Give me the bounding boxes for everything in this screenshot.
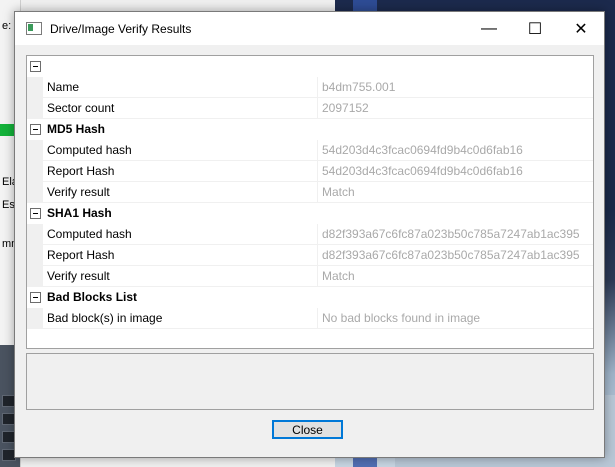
row-gutter bbox=[27, 98, 43, 119]
description-panel bbox=[26, 353, 594, 410]
collapse-toggle-icon[interactable] bbox=[30, 292, 41, 303]
collapse-toggle-icon[interactable] bbox=[30, 208, 41, 219]
close-window-button[interactable]: ✕ bbox=[558, 12, 604, 45]
property-name: Verify result bbox=[43, 266, 317, 287]
property-name: Verify result bbox=[43, 182, 317, 203]
collapse-toggle-icon[interactable] bbox=[30, 61, 41, 72]
category-row: Bad Blocks List bbox=[27, 287, 593, 308]
row-gutter bbox=[27, 266, 43, 287]
property-name: Report Hash bbox=[43, 161, 317, 182]
property-value[interactable]: d82f393a67c6fc87a023b50c785a7247ab1ac395 bbox=[317, 245, 593, 266]
property-row[interactable]: Sector count 2097152 bbox=[27, 98, 593, 119]
property-row[interactable]: Report Hash 54d203d4c3fcac0694fd9b4c0d6fa… bbox=[27, 161, 593, 182]
row-gutter bbox=[27, 77, 43, 98]
verify-results-dialog: Drive/Image Verify Results — ☐ ✕ Name b4d… bbox=[14, 11, 605, 458]
property-row[interactable]: Verify result Match bbox=[27, 266, 593, 287]
property-value[interactable]: Match bbox=[317, 182, 593, 203]
property-value[interactable]: 54d203d4c3fcac0694fd9b4c0d6fab16 bbox=[317, 140, 593, 161]
category-title: SHA1 Hash bbox=[47, 206, 112, 220]
row-gutter bbox=[27, 140, 43, 161]
category-row: MD5 Hash bbox=[27, 119, 593, 140]
property-value[interactable]: No bad blocks found in image bbox=[317, 308, 593, 329]
row-gutter bbox=[27, 182, 43, 203]
property-value[interactable]: Match bbox=[317, 266, 593, 287]
property-row[interactable]: Name b4dm755.001 bbox=[27, 77, 593, 98]
minimize-button[interactable]: — bbox=[466, 12, 512, 45]
property-name: Bad block(s) in image bbox=[43, 308, 317, 329]
dialog-title: Drive/Image Verify Results bbox=[50, 21, 192, 36]
property-value[interactable]: 2097152 bbox=[317, 98, 593, 119]
row-gutter bbox=[27, 224, 43, 245]
root-category-row bbox=[27, 56, 593, 77]
maximize-icon: ☐ bbox=[527, 20, 543, 38]
property-value[interactable]: d82f393a67c6fc87a023b50c785a7247ab1ac395 bbox=[317, 224, 593, 245]
row-gutter bbox=[27, 161, 43, 182]
property-grid: Name b4dm755.001 Sector count 2097152 MD5 Ha… bbox=[26, 55, 594, 349]
property-row[interactable]: Bad block(s) in image No bad blocks found… bbox=[27, 308, 593, 329]
window-controls: — ☐ ✕ bbox=[466, 12, 604, 45]
property-row[interactable]: Verify result Match bbox=[27, 182, 593, 203]
property-name: Report Hash bbox=[43, 245, 317, 266]
row-gutter bbox=[27, 245, 43, 266]
background-text: Es bbox=[2, 199, 15, 211]
app-icon bbox=[26, 22, 42, 35]
maximize-button[interactable]: ☐ bbox=[512, 12, 558, 45]
property-name: Computed hash bbox=[43, 140, 317, 161]
minimize-icon: — bbox=[481, 19, 497, 37]
background-progress-bar bbox=[0, 124, 14, 136]
property-name: Name bbox=[43, 77, 317, 98]
category-row: SHA1 Hash bbox=[27, 203, 593, 224]
close-button[interactable]: Close bbox=[272, 420, 343, 439]
collapse-toggle-icon[interactable] bbox=[30, 124, 41, 135]
close-icon: ✕ bbox=[574, 20, 588, 38]
property-row[interactable]: Report Hash d82f393a67c6fc87a023b50c785a7… bbox=[27, 245, 593, 266]
category-title: Bad Blocks List bbox=[47, 290, 138, 304]
category-title: MD5 Hash bbox=[47, 122, 106, 136]
property-row[interactable]: Computed hash d82f393a67c6fc87a023b50c785… bbox=[27, 224, 593, 245]
property-value[interactable]: 54d203d4c3fcac0694fd9b4c0d6fab16 bbox=[317, 161, 593, 182]
property-name: Computed hash bbox=[43, 224, 317, 245]
background-text: e: bbox=[2, 20, 12, 32]
property-row[interactable]: Computed hash 54d203d4c3fcac0694fd9b4c0d6… bbox=[27, 140, 593, 161]
row-gutter bbox=[27, 308, 43, 329]
property-name: Sector count bbox=[43, 98, 317, 119]
property-value[interactable]: b4dm755.001 bbox=[317, 77, 593, 98]
title-bar[interactable]: Drive/Image Verify Results — ☐ ✕ bbox=[15, 12, 604, 45]
